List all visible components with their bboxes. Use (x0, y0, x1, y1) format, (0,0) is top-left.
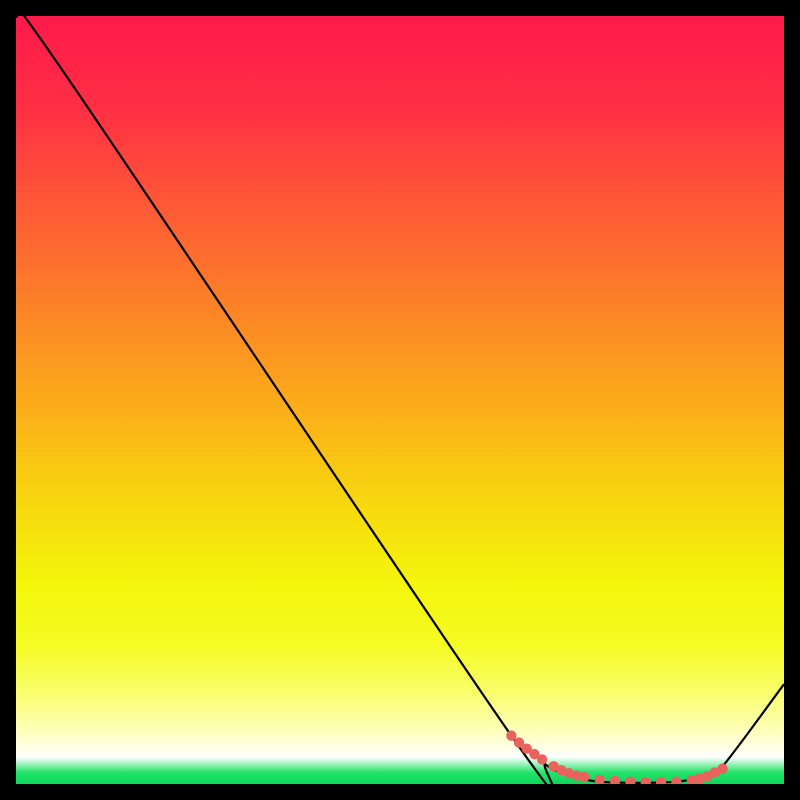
gradient-background (16, 16, 784, 784)
curve-marker (537, 754, 547, 764)
curve-marker (717, 763, 727, 773)
bottleneck-chart (16, 16, 784, 784)
chart-frame: TheBottlenecker.com (16, 16, 784, 784)
curve-marker (579, 772, 589, 782)
